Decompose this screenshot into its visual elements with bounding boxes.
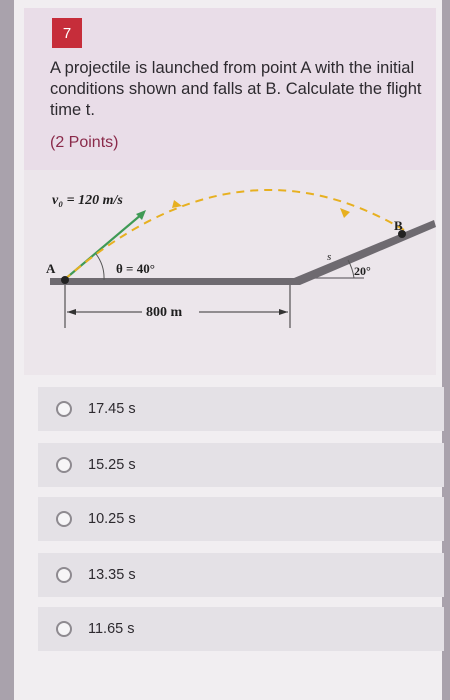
radio-button[interactable] (56, 567, 72, 583)
question-number-badge: 7 (52, 18, 82, 48)
answer-label: 11.65 s (88, 621, 135, 637)
trajectory-arrow-1 (172, 200, 182, 208)
answer-option[interactable]: 13.35 s (38, 553, 444, 597)
trajectory-arrow-2 (340, 208, 350, 218)
radio-button[interactable] (56, 511, 72, 527)
radio-button[interactable] (56, 457, 72, 473)
distance-label: 800 m (146, 305, 183, 320)
answer-option[interactable]: 10.25 s (38, 497, 444, 541)
point-a-dot (61, 276, 69, 284)
point-b-label: B (394, 218, 403, 233)
answer-label: 15.25 s (88, 457, 136, 473)
s-label: s (327, 251, 331, 263)
answer-label: 13.35 s (88, 567, 136, 583)
question-text: A projectile is launched from point A wi… (50, 59, 422, 119)
launch-angle-arc (95, 253, 105, 281)
question-card: 7 A projectile is launched from point A … (24, 8, 436, 170)
answer-label: 10.25 s (88, 511, 136, 527)
answer-label: 17.45 s (88, 401, 136, 417)
radio-button[interactable] (56, 621, 72, 637)
question-figure: v₀ = 120 m/s A θ = 40° 800 m s 20° B (24, 170, 436, 375)
velocity-label: v₀ = 120 m/s (52, 193, 123, 208)
projectile-diagram: v₀ = 120 m/s A θ = 40° 800 m s 20° B (46, 189, 436, 328)
answer-option[interactable]: 11.65 s (38, 607, 444, 651)
answer-option[interactable]: 17.45 s (38, 387, 444, 431)
incline-angle-label: 20° (354, 264, 371, 278)
question-points: (2 Points) (50, 134, 119, 151)
point-a-label: A (46, 261, 56, 276)
dimension-arrow-right (279, 309, 288, 315)
dimension-arrow-left (67, 309, 76, 315)
form-frame: 7 A projectile is launched from point A … (14, 0, 444, 700)
angle-label: θ = 40° (116, 261, 155, 276)
ground-surface (50, 278, 300, 285)
radio-button[interactable] (56, 401, 72, 417)
answer-option[interactable]: 15.25 s (38, 443, 444, 487)
